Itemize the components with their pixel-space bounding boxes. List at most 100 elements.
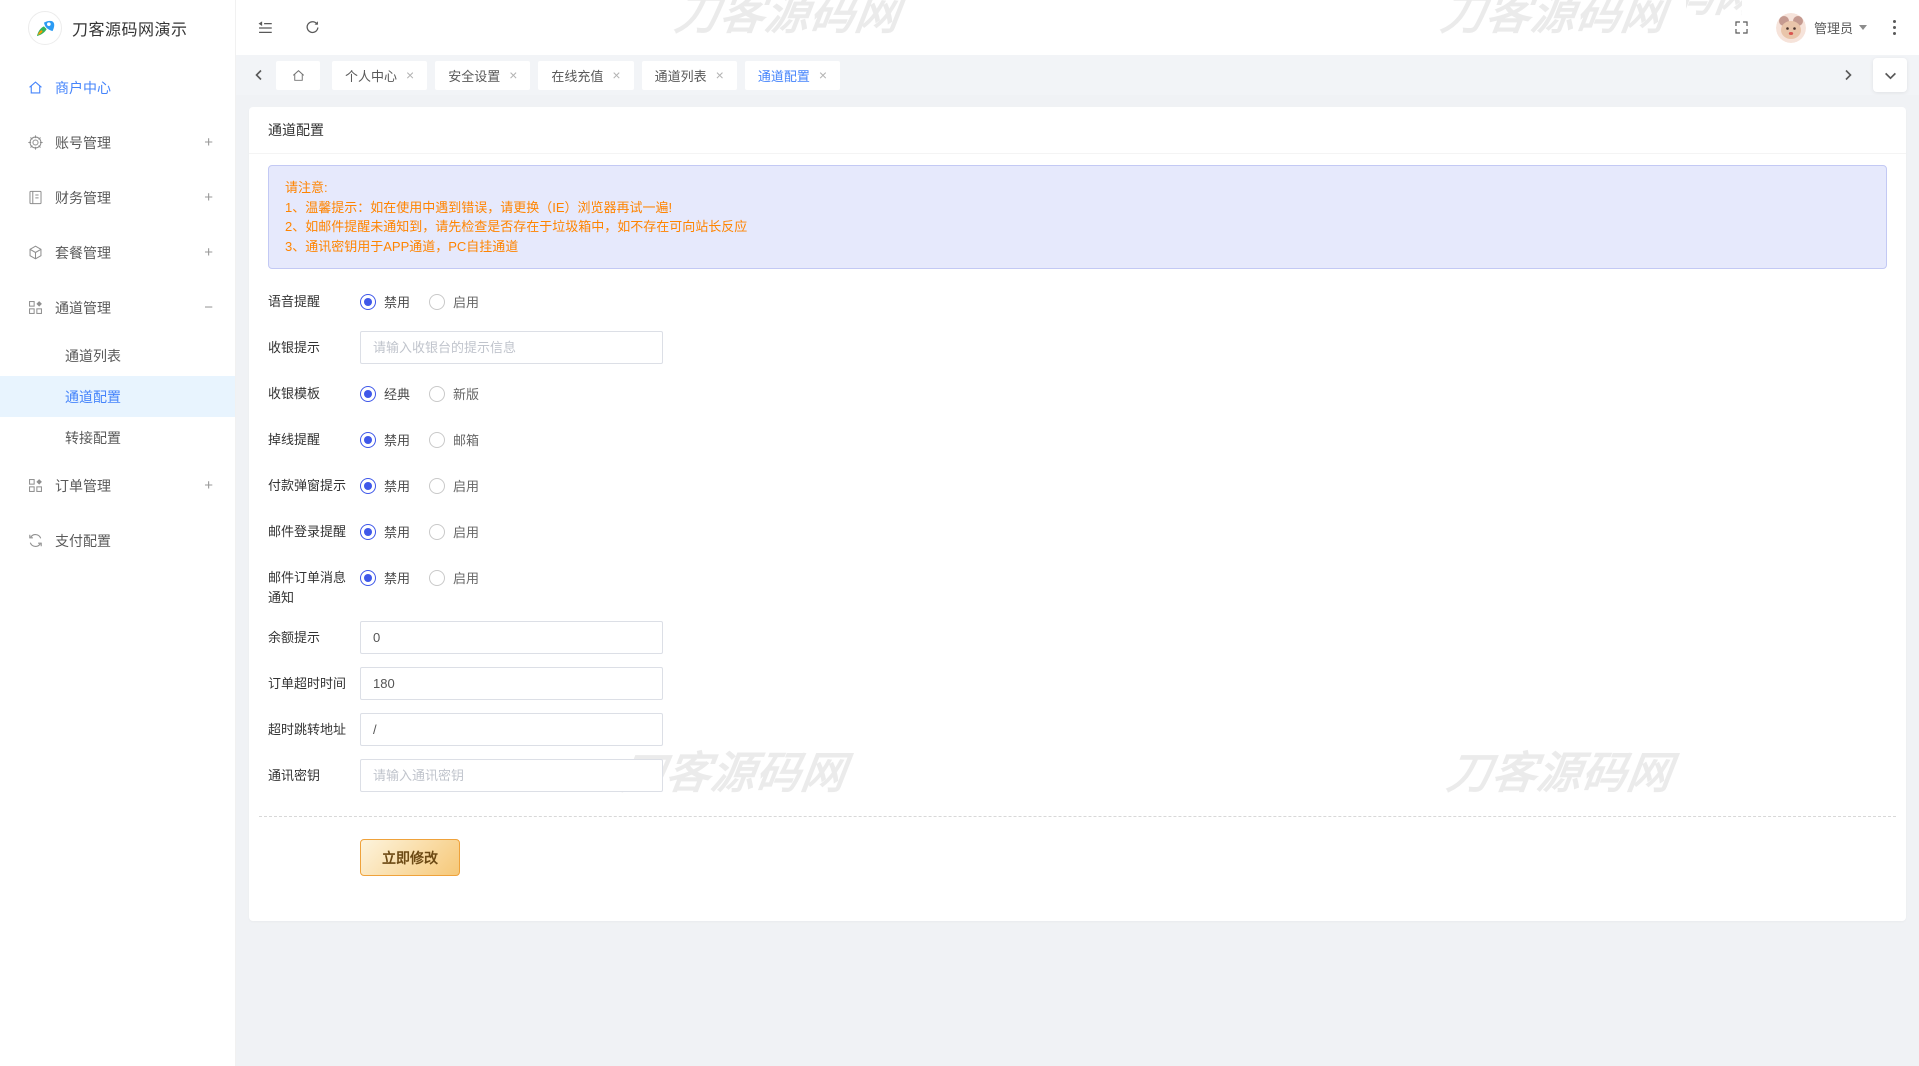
refresh-icon[interactable] <box>302 18 322 38</box>
sidebar-menu: 商户中心账号管理+财务管理+套餐管理+通道管理−通道列表通道配置转接配置订单管理… <box>0 55 235 568</box>
radio-option-label: 启用 <box>453 292 479 311</box>
form-row-offline-alert: 掉线提醒禁用 邮箱 <box>268 423 1887 456</box>
field-label: 语音提醒 <box>268 285 356 318</box>
app-logo: 刀客源码网演示 <box>0 0 235 55</box>
submenu-item-label: 通道列表 <box>65 346 121 366</box>
user-avatar[interactable] <box>1776 13 1806 43</box>
tab-label: 安全设置 <box>448 66 500 85</box>
package-icon <box>27 244 44 261</box>
notice-line: 1、温馨提示：如在使用中遇到错误，请更换（IE）浏览器再试一遍! <box>285 198 1870 218</box>
field-label: 收银提示 <box>268 331 356 364</box>
submit-button[interactable]: 立即修改 <box>360 839 460 876</box>
tab-home[interactable] <box>276 61 320 90</box>
expand-indicator: + <box>204 189 213 206</box>
radio-option[interactable]: 禁用 <box>360 476 410 495</box>
cashier-tip-input[interactable] <box>360 331 663 364</box>
comm-key-input[interactable] <box>360 759 663 792</box>
submenu-item-label: 通道配置 <box>65 387 121 407</box>
radio-circle-icon <box>360 294 376 310</box>
close-icon[interactable]: × <box>716 68 724 82</box>
sidebar-item-package-manage[interactable]: 套餐管理+ <box>0 225 235 280</box>
radio-circle-icon <box>429 386 445 402</box>
form-row-comm-key: 通讯密钥 <box>268 759 1887 792</box>
form-row-payment-popup-tip: 付款弹窗提示禁用启用 <box>268 469 1887 502</box>
tabs-scroll-right-icon[interactable] <box>1837 61 1859 89</box>
radio-option-label: 邮箱 <box>453 430 479 449</box>
sidebar-item-channel-manage[interactable]: 通道管理− <box>0 280 235 335</box>
sidebar-item-label: 账号管理 <box>55 133 204 153</box>
form-row-timeout-redirect: 超时跳转地址 <box>268 713 1887 746</box>
tab-channel-list[interactable]: 通道列表× <box>642 61 737 90</box>
sidebar-item-label: 订单管理 <box>55 476 204 496</box>
tab-personal-center[interactable]: 个人中心 × <box>332 61 427 90</box>
sidebar-item-order-manage[interactable]: 订单管理+ <box>0 458 235 513</box>
radio-circle-icon <box>360 478 376 494</box>
radio-option[interactable]: 邮箱 <box>429 430 479 449</box>
radio-option[interactable]: 启用 <box>429 292 479 311</box>
more-options-icon[interactable] <box>1889 18 1900 37</box>
close-icon[interactable]: × <box>406 68 414 82</box>
sidebar-item-label: 财务管理 <box>55 188 204 208</box>
field-control: 禁用 启用 <box>360 515 479 548</box>
order-icon <box>27 477 44 494</box>
radio-option[interactable]: 禁用 <box>360 568 410 587</box>
field-label: 邮件订单消息通知 <box>268 561 356 608</box>
order-timeout-input[interactable] <box>360 667 663 700</box>
sidebar-item-finance-manage[interactable]: 财务管理+ <box>0 170 235 225</box>
home-icon <box>27 79 44 96</box>
form-row-email-login-alert: 邮件登录提醒禁用启用 <box>268 515 1887 548</box>
radio-option[interactable]: 禁用 <box>360 430 410 449</box>
tab-actions-dropdown[interactable] <box>1873 58 1907 92</box>
form-row-voice-alert: 语音提醒禁用 启用 <box>268 285 1887 318</box>
sidebar-subitem-channel-list[interactable]: 通道列表 <box>0 335 235 376</box>
radio-option[interactable]: 启用 <box>429 568 479 587</box>
sidebar-item-account-manage[interactable]: 账号管理+ <box>0 115 235 170</box>
field-label: 订单超时时间 <box>268 667 356 700</box>
main-header-area: 管理员 个人中心×安全设置×在线充值×通道列表×通道配置× <box>236 0 1919 95</box>
tab-label: 个人中心 <box>345 66 397 85</box>
radio-option[interactable]: 启用 <box>429 522 479 541</box>
field-label: 收银模板 <box>268 377 356 410</box>
username-label[interactable]: 管理员 <box>1814 18 1853 37</box>
sidebar-subitem-transfer-config[interactable]: 转接配置 <box>0 417 235 458</box>
radio-option-label: 禁用 <box>384 522 410 541</box>
tab-label: 在线充值 <box>551 66 603 85</box>
radio-option[interactable]: 禁用 <box>360 522 410 541</box>
close-icon[interactable]: × <box>509 68 517 82</box>
radio-option[interactable]: 禁用 <box>360 292 410 311</box>
radio-option[interactable]: 新版 <box>429 384 479 403</box>
radio-option-label: 启用 <box>453 522 479 541</box>
radio-circle-icon <box>429 478 445 494</box>
radio-option[interactable]: 启用 <box>429 476 479 495</box>
field-label: 掉线提醒 <box>268 423 356 456</box>
submenu: 通道列表通道配置转接配置 <box>0 335 235 458</box>
notice-box: 请注意: 1、温馨提示：如在使用中遇到错误，请更换（IE）浏览器再试一遍! 2、… <box>268 165 1887 269</box>
fullscreen-icon[interactable] <box>1732 18 1752 38</box>
expand-indicator: + <box>204 134 213 151</box>
tabbar: 个人中心×安全设置×在线充值×通道列表×通道配置× <box>236 55 1919 95</box>
tab-online-recharge[interactable]: 在线充值 × <box>538 61 633 90</box>
tab-security-settings[interactable]: 安全设置 × <box>435 61 530 90</box>
expand-indicator: − <box>204 299 213 316</box>
tab-channel-config[interactable]: 通道配置× <box>745 61 840 90</box>
collapse-sidebar-icon[interactable] <box>255 18 275 38</box>
radio-circle-icon <box>360 386 376 402</box>
field-control: 经典新版 <box>360 377 479 410</box>
payment-icon <box>27 532 44 549</box>
sidebar-item-merchant-center[interactable]: 商户中心 <box>0 60 235 115</box>
notice-line: 3、通讯密钥用于APP通道，PC自挂通道 <box>285 237 1870 257</box>
tabs-scroll-left-icon[interactable] <box>248 61 270 89</box>
balance-tip-input[interactable] <box>360 621 663 654</box>
tab-list: 个人中心×安全设置×在线充值×通道列表×通道配置× <box>324 61 840 90</box>
field-control <box>360 621 663 654</box>
card-body: 请注意: 1、温馨提示：如在使用中遇到错误，请更换（IE）浏览器再试一遍! 2、… <box>249 154 1906 921</box>
timeout-redirect-input[interactable] <box>360 713 663 746</box>
field-control: 禁用 邮箱 <box>360 423 479 456</box>
close-icon[interactable]: × <box>612 68 620 82</box>
radio-circle-icon <box>360 570 376 586</box>
sidebar-item-payment-config[interactable]: 支付配置 <box>0 513 235 568</box>
radio-circle-icon <box>429 524 445 540</box>
close-icon[interactable]: × <box>819 68 827 82</box>
sidebar-subitem-channel-config[interactable]: 通道配置 <box>0 376 235 417</box>
radio-option[interactable]: 经典 <box>360 384 410 403</box>
